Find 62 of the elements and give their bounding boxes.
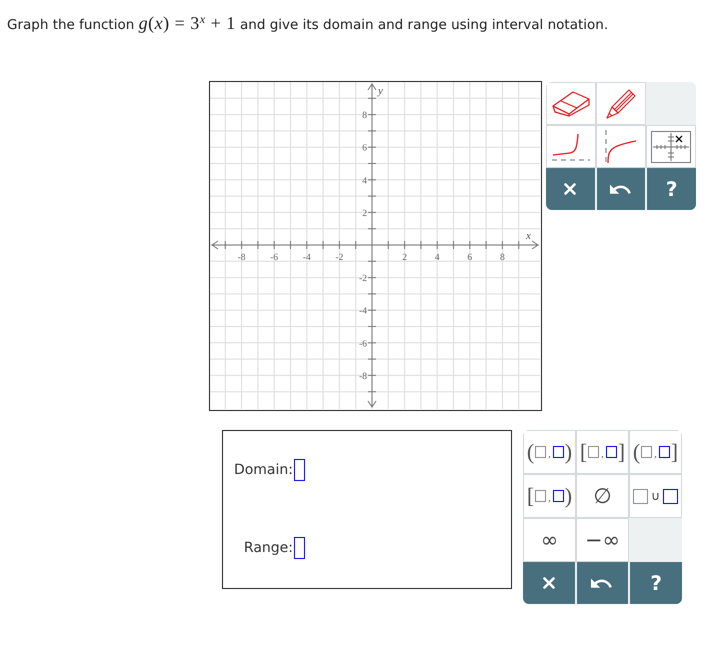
- x-tick-label: 8: [500, 253, 505, 263]
- x-tick-label: 2: [402, 253, 407, 263]
- eraser-icon: [552, 90, 590, 116]
- help-button[interactable]: ?: [630, 562, 682, 604]
- symbol-button[interactable]: ∅: [576, 474, 629, 518]
- interval-template-button[interactable]: ( , ): [523, 430, 576, 474]
- union-template-button[interactable]: ∪: [629, 474, 682, 518]
- placeholder-square-icon: [588, 446, 600, 458]
- y-tick-label: -8: [359, 372, 367, 382]
- logarithmic-tool-button[interactable]: [596, 125, 646, 168]
- undo-button[interactable]: [596, 168, 646, 210]
- point-tool-button[interactable]: [646, 125, 696, 168]
- graph-area[interactable]: -8 -6 -4 -2 2 4 6 8 8 6 4 2 -2 -4 -6 -8 x y: [209, 81, 542, 411]
- x-tick-label: -4: [302, 253, 311, 263]
- undo-icon: [591, 578, 614, 588]
- y-tick-label: 2: [362, 208, 367, 219]
- clear-button[interactable]: [546, 168, 595, 210]
- x-tick-label: 4: [434, 253, 440, 263]
- placeholder-square-icon: [535, 490, 546, 502]
- interval-template-button[interactable]: [ , ): [523, 474, 576, 518]
- x-tick-label: -6: [270, 253, 278, 263]
- placeholder-square-icon: [552, 490, 564, 502]
- placeholder-square-icon: [641, 446, 652, 458]
- y-tick-label: -2: [359, 274, 367, 284]
- logarithmic-curve-icon: [605, 130, 637, 164]
- x-axis-label: x: [526, 230, 531, 242]
- placeholder-square-icon: [552, 446, 564, 458]
- y-axis-label: y: [378, 85, 383, 97]
- eraser-tool-button[interactable]: [546, 82, 596, 125]
- undo-icon: [610, 184, 632, 194]
- y-tick-label: -4: [359, 306, 367, 317]
- pencil-icon: [606, 88, 636, 118]
- symbol-button[interactable]: −∞: [576, 518, 629, 562]
- interval-template-button[interactable]: [ , ]: [576, 430, 629, 474]
- y-tick-label: -6: [359, 339, 367, 350]
- question-text: Graph the function g(x) = 3$^{x}$ + 1 and give its domain and range using interval notation.: [7, 13, 610, 35]
- field-label: Range:: [242, 539, 293, 558]
- y-tick-label: 4: [362, 176, 367, 186]
- placeholder-square-icon: [633, 488, 648, 504]
- help-button[interactable]: ?: [647, 168, 696, 210]
- answer-box[interactable]: [294, 459, 305, 481]
- symbol-button[interactable]: ∞: [523, 518, 576, 562]
- close-icon: [564, 183, 576, 195]
- y-tick-label: 6: [362, 144, 367, 154]
- exponential-tool-button[interactable]: [546, 125, 596, 168]
- y-tick-label: 8: [362, 111, 367, 122]
- placeholder-square-icon: [662, 488, 678, 504]
- placeholder-square-icon: [535, 446, 546, 458]
- answer-box[interactable]: [294, 537, 305, 559]
- close-icon: [542, 577, 555, 589]
- placeholder-square-icon: [606, 446, 617, 458]
- interval-template-button[interactable]: ( , ]: [629, 430, 682, 474]
- undo-button[interactable]: [576, 562, 628, 604]
- placeholder-square-icon: [658, 446, 670, 458]
- clear-button[interactable]: [523, 562, 575, 604]
- pencil-tool-button[interactable]: [596, 82, 646, 125]
- x-tick-label: -8: [238, 253, 246, 263]
- graph-point-icon: [651, 130, 691, 162]
- exponential-curve-icon: [552, 132, 590, 160]
- field-label: Domain:: [232, 461, 293, 480]
- x-tick-label: -2: [335, 253, 344, 263]
- x-tick-label: 6: [467, 253, 472, 263]
